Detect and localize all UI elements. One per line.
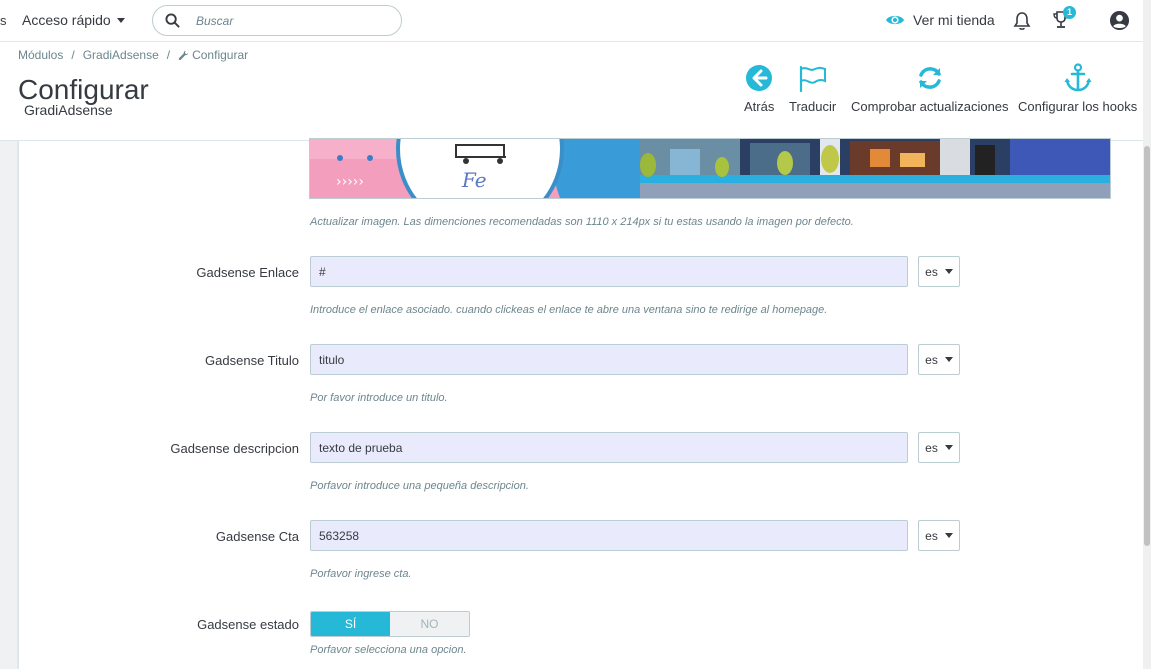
- banner-image-preview[interactable]: ››››› Fe: [309, 138, 1111, 199]
- check-updates-label: Comprobar actualizaciones: [851, 99, 1009, 114]
- language-code: es: [925, 440, 938, 455]
- status-yes-option[interactable]: SÍ: [311, 612, 390, 636]
- language-code: es: [925, 352, 938, 367]
- svg-text:Fe: Fe: [461, 168, 487, 192]
- breadcrumb: Módulos / GradiAdsense / Configurar: [18, 48, 248, 62]
- left-sidebar-edge: [0, 141, 18, 669]
- notifications-button[interactable]: [1013, 11, 1031, 36]
- gadsense-link-input[interactable]: [310, 256, 908, 287]
- back-arrow-icon: [746, 65, 773, 91]
- scrollbar-thumb[interactable]: [1144, 146, 1150, 546]
- gadsense-title-label: Gadsense Titulo: [205, 353, 299, 368]
- caret-down-icon: [944, 533, 953, 538]
- banner-image: ››››› Fe: [310, 139, 1110, 198]
- top-navbar: s Acceso rápido Ver mi tienda: [0, 0, 1143, 42]
- gadsense-description-help: Porfavor introduce una pequeña descripci…: [310, 480, 529, 492]
- view-store-label: Ver mi tienda: [913, 12, 995, 28]
- gadsense-link-help: Introduce el enlace asociado. cuando cli…: [310, 304, 828, 316]
- svg-text:›››››: ›››››: [336, 174, 364, 190]
- status-no-option[interactable]: NO: [390, 612, 469, 636]
- breadcrumb-configure: Configurar: [192, 48, 249, 62]
- breadcrumb-current: Configurar: [178, 48, 248, 62]
- gadsense-status-help: Porfavor selecciona una opcion.: [310, 644, 467, 656]
- gadsense-link-label: Gadsense Enlace: [196, 265, 299, 280]
- view-store-link[interactable]: Ver mi tienda: [885, 12, 995, 28]
- account-button[interactable]: [1109, 10, 1130, 36]
- gadsense-title-input[interactable]: [310, 344, 908, 375]
- check-updates-button[interactable]: Comprobar actualizaciones: [851, 62, 1009, 114]
- wrench-icon: [178, 50, 189, 60]
- configure-hooks-button[interactable]: Configurar los hooks: [1018, 62, 1137, 114]
- truncated-nav-text: s: [0, 13, 7, 28]
- quick-access-label: Acceso rápido: [22, 12, 111, 28]
- language-dropdown-link[interactable]: es: [918, 256, 960, 287]
- gadsense-description-label: Gadsense descripcion: [170, 441, 299, 456]
- caret-down-icon: [944, 445, 953, 450]
- notification-badge: 1: [1063, 6, 1076, 19]
- back-button[interactable]: Atrás: [744, 62, 774, 114]
- language-code: es: [925, 528, 938, 543]
- caret-down-icon: [944, 357, 953, 362]
- breadcrumb-module[interactable]: GradiAdsense: [83, 48, 159, 62]
- breadcrumb-separator: /: [71, 48, 75, 62]
- breadcrumb-modules[interactable]: Módulos: [18, 48, 63, 62]
- gadsense-cta-label: Gadsense Cta: [215, 529, 299, 544]
- language-code: es: [925, 264, 938, 279]
- gadsense-description-input[interactable]: [310, 432, 908, 463]
- translate-button[interactable]: Traducir: [789, 62, 836, 114]
- caret-down-icon: [116, 17, 125, 23]
- gadsense-cta-input[interactable]: [310, 520, 908, 551]
- image-help-text: Actualizar imagen. Las dimenciones recom…: [310, 216, 854, 228]
- flag-icon: [799, 65, 826, 92]
- caret-down-icon: [944, 269, 953, 274]
- page-subtitle: GradiAdsense: [24, 102, 113, 118]
- search-icon[interactable]: [165, 13, 180, 28]
- bell-icon: [1013, 12, 1031, 30]
- language-dropdown-title[interactable]: es: [918, 344, 960, 375]
- search-input[interactable]: [196, 13, 386, 28]
- refresh-icon: [919, 67, 941, 89]
- breadcrumb-separator: /: [166, 48, 171, 62]
- eye-icon: [886, 15, 904, 25]
- gadsense-status-label: Gadsense estado: [197, 617, 299, 632]
- translate-label: Traducir: [789, 99, 837, 114]
- search-box: [152, 5, 402, 36]
- page-header: Módulos / GradiAdsense / Configurar Conf…: [0, 42, 1143, 141]
- account-icon: [1109, 10, 1130, 31]
- gadsense-cta-help: Porfavor ingrese cta.: [310, 568, 412, 580]
- anchor-icon: [1064, 63, 1092, 92]
- language-dropdown-description[interactable]: es: [918, 432, 960, 463]
- language-dropdown-cta[interactable]: es: [918, 520, 960, 551]
- gadsense-title-help: Por favor introduce un titulo.: [310, 392, 448, 404]
- back-label: Atrás: [744, 99, 775, 114]
- gadsense-status-switch[interactable]: SÍ NO: [310, 611, 470, 637]
- configure-hooks-label: Configurar los hooks: [1018, 99, 1138, 114]
- quick-access-dropdown[interactable]: Acceso rápido: [22, 12, 125, 28]
